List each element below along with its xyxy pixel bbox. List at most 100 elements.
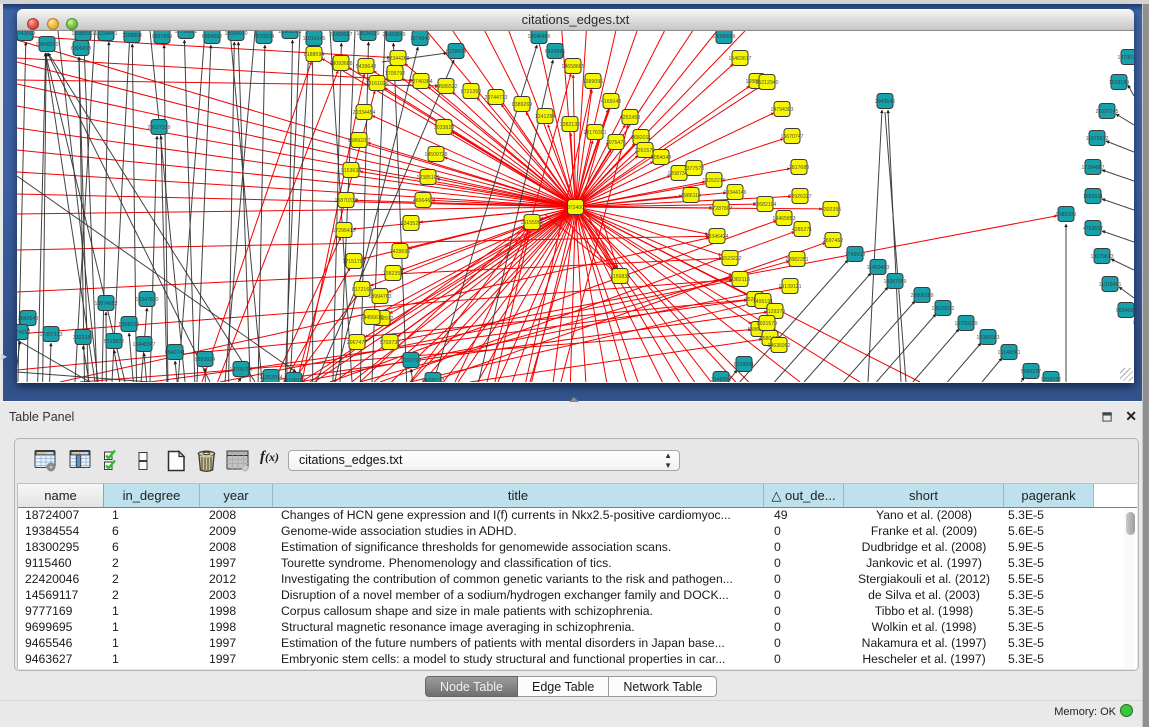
svg-text:6540741: 6540741 — [165, 350, 185, 356]
svg-text:17394887: 17394887 — [1081, 165, 1104, 171]
svg-text:4666460: 4666460 — [413, 198, 433, 204]
svg-text:16860207: 16860207 — [347, 138, 370, 144]
svg-text:15588301: 15588301 — [71, 31, 94, 37]
svg-text:14794303: 14794303 — [770, 107, 793, 113]
svg-text:21097245: 21097245 — [1095, 109, 1118, 115]
svg-text:16224441: 16224441 — [94, 31, 117, 37]
svg-text:19095773: 19095773 — [421, 378, 444, 382]
svg-text:8931579: 8931579 — [757, 321, 777, 327]
svg-text:1108894: 1108894 — [122, 33, 142, 39]
svg-text:18795716: 18795716 — [1117, 55, 1134, 61]
svg-text:8539591: 8539591 — [734, 362, 754, 368]
svg-text:7389096: 7389096 — [583, 79, 603, 85]
svg-text:10848230: 10848230 — [35, 42, 58, 48]
svg-text:8188594: 8188594 — [304, 52, 324, 58]
svg-text:1653531: 1653531 — [1083, 194, 1103, 200]
svg-text:13546466: 13546466 — [527, 34, 550, 40]
svg-text:14636992: 14636992 — [767, 343, 790, 349]
svg-text:16149361: 16149361 — [997, 350, 1020, 356]
svg-text:22682194: 22682194 — [753, 202, 776, 208]
svg-text:8986110: 8986110 — [681, 193, 701, 199]
svg-text:20161026: 20161026 — [365, 81, 388, 87]
svg-text:6994562: 6994562 — [202, 34, 222, 40]
svg-text:2697462: 2697462 — [823, 238, 843, 244]
svg-text:3261579: 3261579 — [635, 148, 655, 154]
svg-text:2817683: 2817683 — [789, 165, 809, 171]
svg-text:9034686: 9034686 — [1116, 308, 1134, 314]
svg-text:3642648: 3642648 — [18, 316, 38, 322]
svg-text:7674349: 7674349 — [410, 36, 430, 42]
svg-text:15155998: 15155998 — [520, 220, 543, 226]
svg-text:15700199: 15700199 — [954, 321, 977, 327]
svg-text:6306893: 6306893 — [71, 46, 91, 52]
svg-text:9343522: 9343522 — [401, 221, 421, 227]
svg-text:8721369: 8721369 — [461, 89, 481, 95]
svg-text:9893824: 9893824 — [195, 357, 215, 363]
svg-text:17151708: 17151708 — [342, 259, 365, 265]
svg-text:7428696: 7428696 — [390, 249, 410, 255]
svg-text:17287807: 17287807 — [709, 206, 732, 212]
svg-text:13529912: 13529912 — [931, 306, 954, 312]
svg-text:4753657: 4753657 — [1083, 226, 1103, 232]
svg-text:2054043: 2054043 — [651, 155, 671, 161]
svg-text:1705792: 1705792 — [385, 71, 405, 77]
svg-text:19465853: 19465853 — [772, 216, 795, 222]
svg-text:17295412: 17295412 — [332, 228, 355, 234]
svg-text:1019189: 1019189 — [1109, 80, 1129, 86]
svg-text:9837869: 9837869 — [152, 34, 172, 40]
svg-text:11459463: 11459463 — [867, 265, 890, 271]
svg-text:5219822: 5219822 — [104, 339, 124, 345]
svg-text:9382113: 9382113 — [730, 277, 750, 283]
svg-text:8106768: 8106768 — [401, 358, 421, 364]
svg-text:9082309: 9082309 — [1056, 212, 1076, 218]
svg-text:18034970: 18034970 — [224, 31, 247, 37]
svg-text:4129379: 4129379 — [765, 309, 785, 315]
svg-text:17796882: 17796882 — [174, 31, 197, 35]
svg-text:5439648: 5439648 — [356, 64, 376, 70]
svg-text:18705794: 18705794 — [229, 367, 252, 373]
svg-text:3874052: 3874052 — [17, 330, 30, 336]
svg-text:9153634: 9153634 — [341, 168, 361, 174]
svg-text:4285271: 4285271 — [792, 227, 812, 233]
svg-text:20744773: 20744773 — [484, 95, 507, 101]
svg-text:6128434: 6128434 — [446, 49, 466, 55]
svg-text:14456679: 14456679 — [360, 315, 383, 321]
svg-text:14509728: 14509728 — [424, 152, 447, 158]
svg-text:12385106: 12385106 — [416, 175, 439, 181]
svg-text:2967477: 2967477 — [347, 340, 367, 346]
svg-text:22176301: 22176301 — [583, 130, 606, 136]
svg-text:22882351: 22882351 — [785, 257, 808, 263]
svg-text:8389269: 8389269 — [512, 102, 532, 108]
svg-text:19586522: 19586522 — [434, 84, 457, 90]
svg-text:14658665: 14658665 — [561, 64, 584, 70]
svg-text:18034339: 18034339 — [356, 31, 379, 37]
svg-text:5060227: 5060227 — [1021, 369, 1041, 375]
svg-text:7156836: 7156836 — [610, 274, 630, 280]
svg-text:13179613: 13179613 — [1090, 254, 1113, 260]
svg-text:4252458: 4252458 — [620, 115, 640, 121]
svg-text:19098556: 19098556 — [712, 34, 735, 40]
svg-text:4570554: 4570554 — [254, 34, 274, 40]
svg-text:20334454: 20334454 — [352, 110, 375, 116]
svg-text:16523222: 16523222 — [718, 256, 741, 262]
svg-text:7382351: 7382351 — [383, 271, 403, 277]
svg-text:12344269: 12344269 — [386, 56, 409, 62]
svg-text:21353914: 21353914 — [259, 375, 282, 381]
svg-text:14387959: 14387959 — [883, 279, 906, 285]
svg-text:18252216: 18252216 — [702, 178, 725, 184]
svg-text:3148352: 3148352 — [711, 377, 731, 382]
svg-text:17307133: 17307133 — [39, 332, 62, 338]
svg-text:11876872: 11876872 — [1086, 136, 1109, 142]
svg-text:4165048: 4165048 — [601, 99, 621, 105]
svg-text:21433649: 21433649 — [382, 32, 405, 38]
svg-text:3322386: 3322386 — [73, 335, 93, 341]
svg-text:3377578: 3377578 — [684, 166, 704, 172]
svg-text:9318332: 9318332 — [1041, 377, 1061, 382]
svg-text:3382132: 3382132 — [560, 122, 580, 128]
svg-text:5308102: 5308102 — [119, 322, 139, 328]
svg-text:8172169: 8172169 — [352, 287, 372, 293]
svg-text:15212940: 15212940 — [755, 80, 778, 86]
svg-text:18366963: 18366963 — [976, 335, 999, 341]
svg-text:3033823: 3033823 — [434, 125, 454, 131]
svg-text:15198153: 15198153 — [282, 378, 305, 382]
